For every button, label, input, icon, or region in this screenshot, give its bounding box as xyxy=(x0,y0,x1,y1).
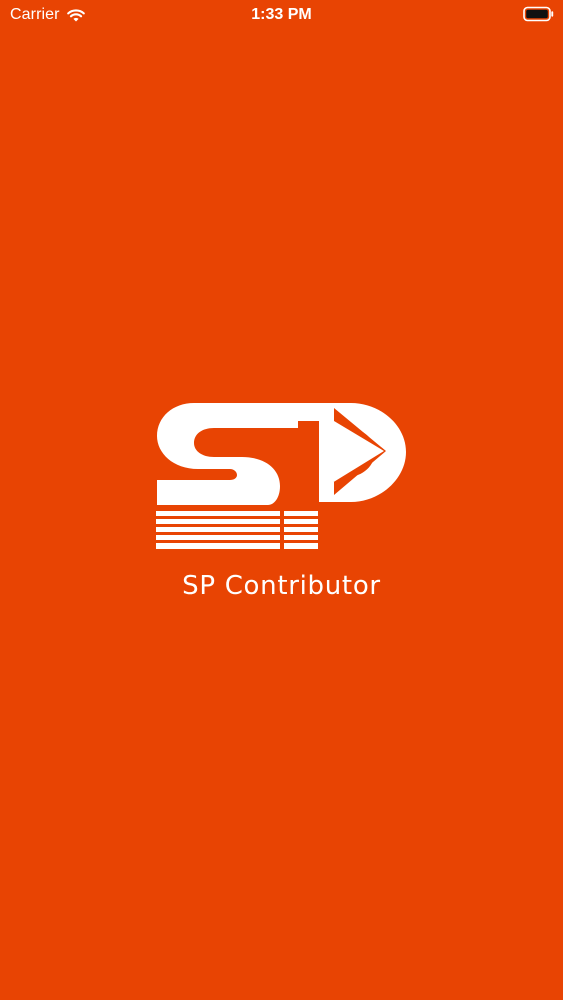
splash-screen: Carrier 1:33 PM SP Contributor xyxy=(0,0,563,1000)
battery-icon xyxy=(523,6,554,22)
app-name: SP Contributor xyxy=(182,571,381,601)
sp-logo-icon xyxy=(156,403,406,549)
status-bar: Carrier 1:33 PM xyxy=(0,0,563,30)
status-time: 1:33 PM xyxy=(251,6,312,23)
